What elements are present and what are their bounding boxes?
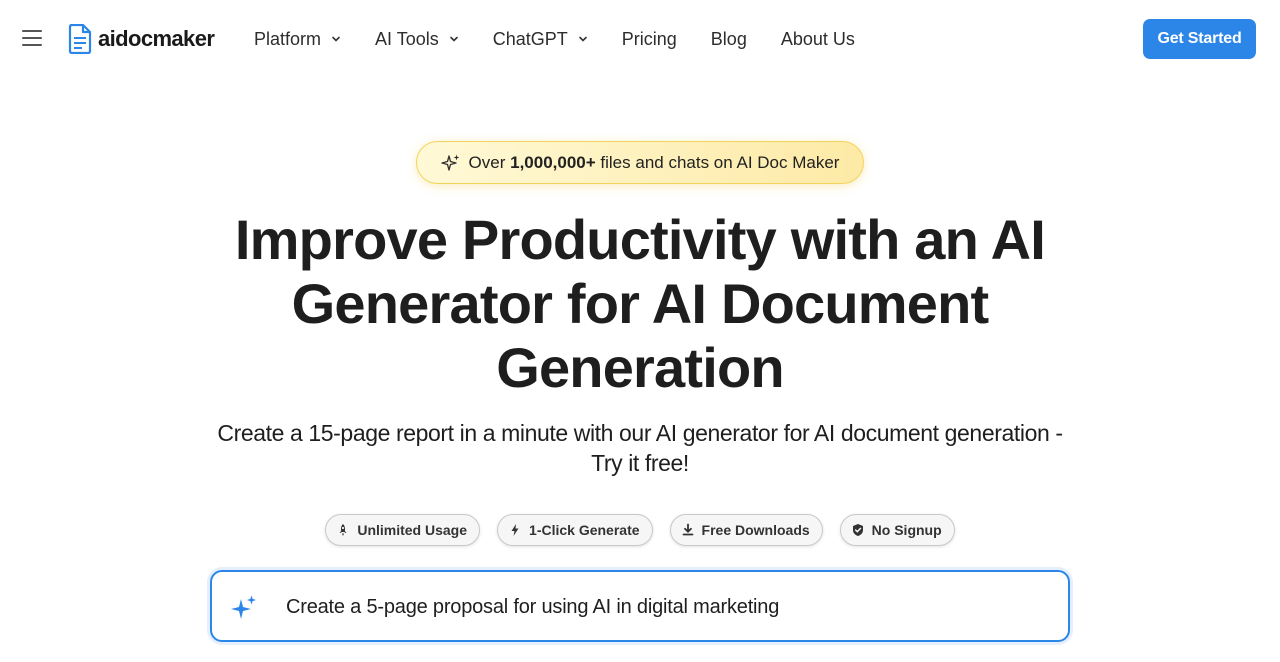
feature-chip-unlimited-usage: Unlimited Usage	[325, 514, 481, 546]
logo[interactable]: aidocmaker	[68, 24, 215, 54]
rocket-icon	[339, 524, 347, 536]
hero-subtitle-line-1: Create a 15-page report in a minute with…	[217, 420, 1063, 446]
hero-title-line-1: Improve Productivity with an AI	[234, 208, 1046, 271]
chevron-down-icon	[578, 36, 587, 42]
feature-chips: Unlimited Usage 1-Click Generate Free Do…	[0, 514, 1280, 546]
shield-check-icon	[852, 524, 863, 536]
site-header: aidocmaker Platform AI Tools ChatGPT Pri…	[0, 0, 1280, 78]
feature-chip-label: Unlimited Usage	[357, 522, 468, 538]
logo-text: aidocmaker	[98, 26, 215, 51]
badge-suffix: files and chats on AI Doc Maker	[600, 152, 840, 172]
nav-about-us-label: About Us	[780, 28, 855, 49]
nav-platform[interactable]: Platform	[254, 29, 341, 50]
nav-chatgpt[interactable]: ChatGPT	[493, 29, 588, 50]
nav-ai-tools[interactable]: AI Tools	[375, 29, 459, 50]
nav-chatgpt-label: ChatGPT	[492, 28, 568, 49]
feature-chip-free-downloads: Free Downloads	[669, 514, 823, 546]
chevron-down-icon	[332, 36, 340, 42]
prompt-input[interactable]	[286, 592, 1046, 622]
sparkles-icon	[231, 595, 256, 619]
prompt-box[interactable]	[210, 570, 1070, 642]
hero-title: Improve Productivity with an AI Generato…	[140, 208, 1140, 400]
nav-ai-tools-label: AI Tools	[375, 28, 439, 49]
sparkles-icon	[440, 154, 460, 171]
badge-count: 1,000,000+	[510, 152, 596, 172]
feature-chip-label: 1-Click Generate	[529, 522, 640, 538]
hero-subtitle: Create a 15-page report in a minute with…	[160, 418, 1120, 478]
chevron-down-icon	[449, 36, 458, 42]
nav-blog[interactable]: Blog	[711, 29, 747, 50]
lightning-icon	[511, 524, 519, 536]
feature-chip-no-signup: No Signup	[839, 514, 955, 546]
feature-chip-1-click-generate: 1-Click Generate	[497, 514, 653, 546]
nav-pricing[interactable]: Pricing	[622, 29, 677, 50]
badge-text: Over 1,000,000+ files and chats on AI Do…	[469, 153, 840, 173]
badge-prefix: Over	[468, 152, 506, 172]
nav-pricing-label: Pricing	[621, 28, 677, 49]
hero-title-line-3: Generation	[496, 336, 784, 399]
hero-subtitle-line-2: Try it free!	[591, 450, 689, 476]
feature-chip-label: Free Downloads	[701, 522, 810, 538]
hamburger-menu-icon[interactable]	[22, 30, 42, 46]
document-icon	[68, 24, 92, 54]
nav-blog-label: Blog	[710, 28, 747, 49]
nav-about-us[interactable]: About Us	[781, 29, 855, 50]
stats-badge: Over 1,000,000+ files and chats on AI Do…	[416, 141, 864, 184]
nav-platform-label: Platform	[254, 28, 322, 49]
hero-title-line-2: Generator for AI Document	[291, 272, 989, 335]
get-started-button[interactable]: Get Started	[1143, 19, 1256, 59]
download-icon	[682, 523, 693, 536]
main-nav: Platform AI Tools ChatGPT Pricing Blog A…	[254, 26, 889, 52]
feature-chip-label: No Signup	[871, 522, 942, 538]
